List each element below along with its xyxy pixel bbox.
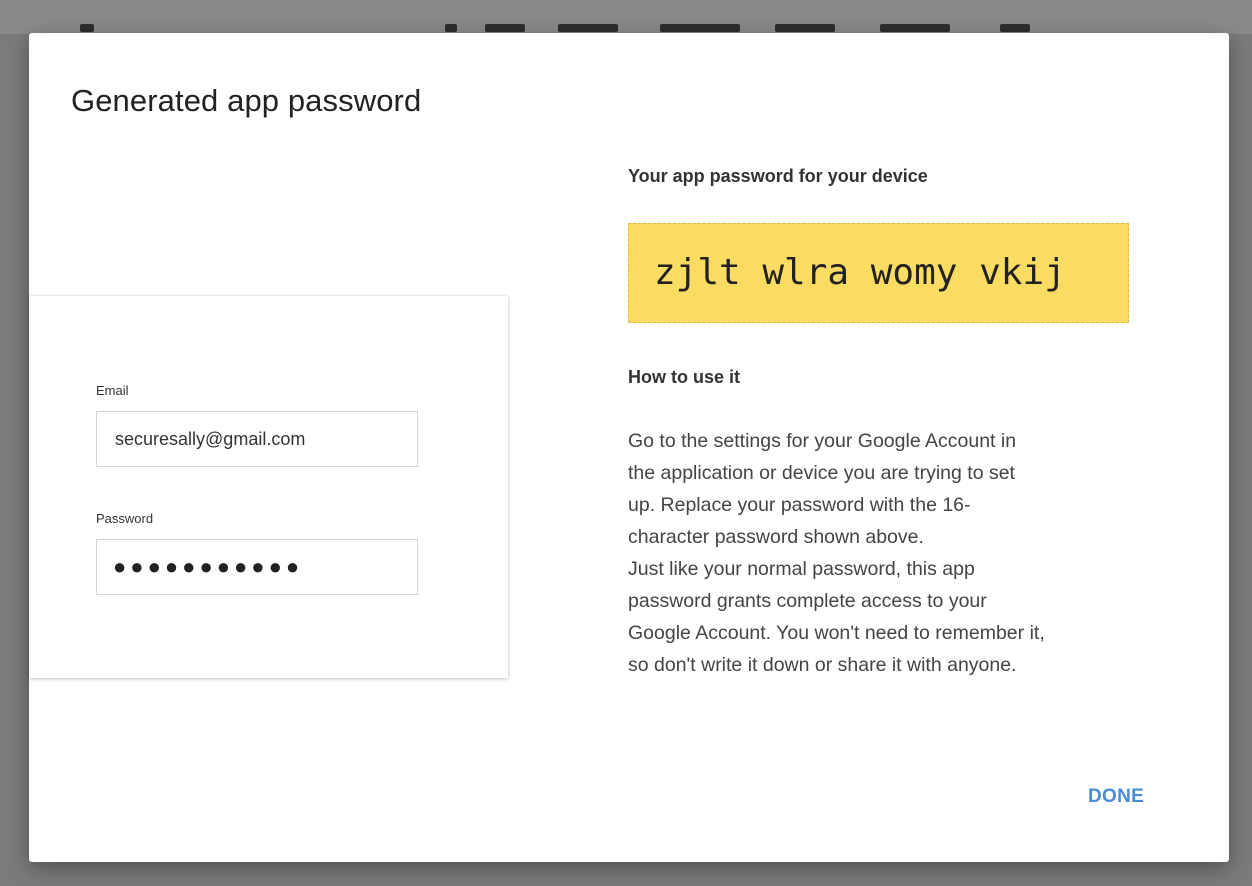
instruction-line: up. Replace your password with the 16- <box>628 494 971 516</box>
app-password-heading: Your app password for your device <box>628 166 928 186</box>
email-field: securesally@gmail.com <box>96 411 418 467</box>
instruction-line: character password shown above. <box>628 526 924 548</box>
dialog-title: Generated app password <box>71 83 422 118</box>
email-value: securesally@gmail.com <box>115 429 306 449</box>
how-to-instructions: Go to the settings for your Google Accou… <box>628 425 1198 681</box>
instruction-line: Google Account. You won't need to rememb… <box>628 622 1045 644</box>
password-field: ●●●●●●●●●●● <box>96 539 418 595</box>
instruction-line: the application or device you are trying… <box>628 462 1015 484</box>
app-password-value[interactable]: zjlt wlra womy vkij <box>654 252 1066 293</box>
background-text-fragment <box>880 24 950 32</box>
background-text-fragment <box>80 24 94 32</box>
instruction-line: so don't write it down or share it with … <box>628 654 1017 676</box>
background-text-fragment <box>558 24 618 32</box>
password-label: Password <box>96 511 154 526</box>
instruction-line: Just like your normal password, this app <box>628 558 975 580</box>
background-text-fragment <box>660 24 740 32</box>
device-login-illustration: Email securesally@gmail.com Password ●●●… <box>29 296 508 678</box>
how-to-heading: How to use it <box>628 367 740 387</box>
app-password-dialog: Generated app password Email securesally… <box>29 33 1229 862</box>
instruction-line: Go to the settings for your Google Accou… <box>628 430 1017 452</box>
background-text-fragment <box>1000 24 1030 32</box>
done-button[interactable]: DONE <box>1088 786 1144 808</box>
password-value: ●●●●●●●●●●● <box>113 554 304 579</box>
background-page-strip <box>0 0 1252 34</box>
background-text-fragment <box>445 24 457 32</box>
email-label: Email <box>96 383 129 398</box>
app-password-box[interactable]: zjlt wlra womy vkij <box>628 223 1129 323</box>
background-text-fragment <box>485 24 525 32</box>
instruction-line: password grants complete access to your <box>628 590 987 612</box>
background-text-fragment <box>775 24 835 32</box>
